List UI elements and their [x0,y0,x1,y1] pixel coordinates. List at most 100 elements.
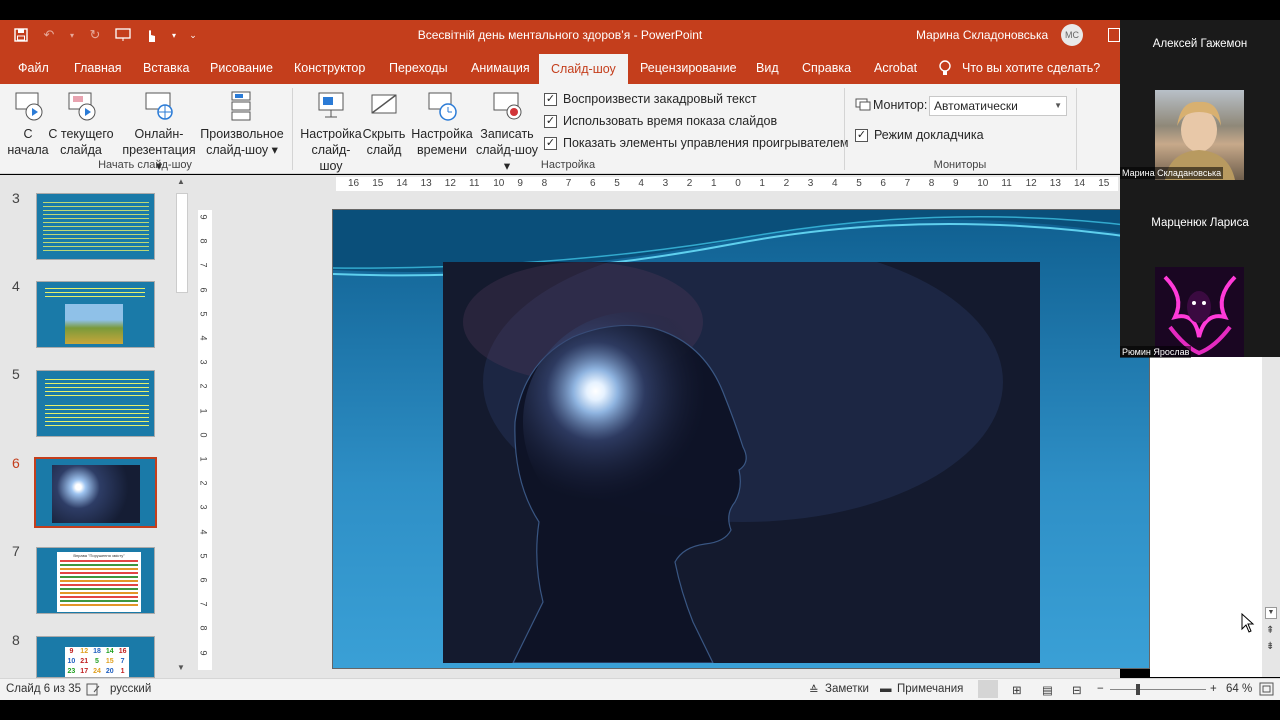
checkmark-icon: ✓ [544,92,557,106]
group-divider [844,88,845,170]
comments-icon[interactable]: ▬ [880,683,892,695]
slide-thumbnail-7[interactable]: Вправа "Порушення змісту" [36,547,155,614]
ribbon: С начала С текущего слайда Онлайн- презе… [0,84,1120,174]
ruler-tick-label: 9 [198,214,209,220]
fit-to-window-icon[interactable] [1259,682,1274,696]
quick-access-toolbar: ↶ ▾ ↻ ▾ ⌄ [12,26,198,44]
tab-review[interactable]: Рецензирование [638,52,739,84]
video-conference-panel: Алексей Гажемон Марина Складановська Мар… [1120,20,1280,358]
chevron-down-icon[interactable]: ▼ [177,663,185,672]
ruler-tick-label: 10 [977,178,989,189]
slide-thumbnail-4[interactable] [36,281,155,348]
thumbnails-scrollbar[interactable]: ▲ ▼ [174,175,190,678]
rehearse-timings-button[interactable]: Настройка времени [410,90,474,158]
ruler-tick-label: 14 [1074,178,1086,189]
normal-view-icon[interactable] [978,680,998,698]
avatar[interactable]: МС [1061,24,1083,46]
show-media-controls-checkbox[interactable]: ✓ Показать элементы управления проигрыва… [544,136,849,150]
checkmark-icon: ✓ [544,114,557,128]
zoom-slider-track[interactable] [1110,689,1206,690]
undo-icon[interactable]: ↶ [40,26,58,44]
customize-qat-icon[interactable]: ⌄ [188,26,198,44]
chevron-down-icon[interactable]: ▾ [170,26,178,44]
scrollbar-thumb[interactable] [176,193,188,293]
slide-canvas[interactable] [332,209,1150,669]
zoom-slider-thumb[interactable] [1136,684,1140,695]
ruler-tick-label: 2 [198,480,209,486]
tab-acrobat[interactable]: Acrobat [872,52,919,84]
slideshow-from-start-icon[interactable] [114,26,132,44]
tab-design[interactable]: Конструктор [292,52,367,84]
tab-animations[interactable]: Анимация [469,52,532,84]
ribbon-tabs: Файл Главная Вставка Рисование Конструкт… [0,52,1120,84]
tell-me-search[interactable]: Что вы хотите сделать? [960,52,1102,84]
tab-help[interactable]: Справка [800,52,853,84]
zoom-level[interactable]: 64 % [1226,683,1252,695]
thumb-number: 4 [12,278,20,294]
group-divider [1076,88,1077,170]
custom-slideshow-icon [231,91,251,121]
ruler-tick-label: 8 [198,238,209,244]
chevron-down-icon[interactable]: ▾ [68,26,76,44]
thumb-text-lines [45,379,149,399]
tab-transitions[interactable]: Переходы [387,52,450,84]
user-name[interactable]: Марина Складоновська [916,28,1048,42]
tab-file[interactable]: Файл [16,52,51,84]
document-title: Всесвітній день ментального здоров’я - P… [417,28,703,42]
ruler-tick-label: 3 [198,359,209,365]
tab-slideshow[interactable]: Слайд-шоу [539,54,628,84]
ruler-tick-label: 6 [198,577,209,583]
chevron-up-icon[interactable]: ▲ [177,177,185,186]
slide-thumbnail-6[interactable] [34,457,157,528]
participant-video[interactable] [1155,267,1244,357]
touch-mode-icon[interactable] [142,26,160,44]
save-icon[interactable] [12,26,30,44]
ribbon-display-icon[interactable] [1108,28,1120,42]
ruler-tick-label: 6 [880,178,886,189]
redo-icon[interactable]: ↻ [86,26,104,44]
participant-caption: Марина Складановська [1120,167,1224,179]
slide-counter[interactable]: Слайд 6 из 35 [6,683,81,695]
tab-draw[interactable]: Рисование [208,52,275,84]
slide-thumbnail-8[interactable]: 9 12 18 14 16 10 21 5 15 7 23 17 24 20 1 [36,636,155,678]
group-label-start: Начать слайд-шоу [98,159,192,171]
group-label-monitors: Мониторы [933,159,987,171]
ruler-tick-label: 4 [198,335,209,341]
language-indicator[interactable]: русский [110,683,151,695]
monitor-select[interactable]: Автоматически ▼ [929,96,1067,116]
checkmark-icon: ✓ [855,128,868,142]
slide-thumbnail-5[interactable] [36,370,155,437]
zoom-in-icon[interactable]: + [1210,683,1217,695]
reading-view-icon[interactable]: ▤ [1042,683,1053,697]
setup-slideshow-button[interactable]: Настройка слайд-шоу [300,90,362,174]
ruler-tick-label: 2 [686,178,693,189]
ruler-tick-label: 3 [198,504,209,510]
lightbulb-icon [939,60,951,75]
ruler-tick-label: 9 [953,178,959,189]
hide-slide-button[interactable]: Скрыть слайд [362,90,406,158]
ruler-tick-label: 7 [565,178,572,189]
use-timings-checkbox[interactable]: ✓ Использовать время показа слайдов [544,114,777,128]
zoom-out-icon[interactable]: − [1097,683,1104,695]
slide-scrollbar[interactable]: ▼ ⇞ ⇟ [1262,357,1280,677]
notes-icon[interactable]: ≙ [809,683,819,697]
spellcheck-icon[interactable] [86,683,100,696]
chevron-down-icon[interactable]: ▼ [1265,607,1277,619]
slide-sorter-icon[interactable]: ⊞ [1012,683,1022,697]
slideshow-view-icon[interactable]: ⊟ [1072,683,1082,697]
custom-slideshow-button[interactable]: Произвольное слайд-шоу ▾ [198,90,286,158]
presenter-view-checkbox[interactable]: ✓ Режим докладчика [855,128,984,142]
from-beginning-button[interactable]: С начала [6,90,50,158]
tab-insert[interactable]: Вставка [141,52,191,84]
tab-view[interactable]: Вид [754,52,781,84]
slide-thumbnail-3[interactable] [36,193,155,260]
cosmic-head-image[interactable] [443,262,1040,663]
comments-button[interactable]: Примечания [897,683,963,695]
previous-slide-icon[interactable]: ⇞ [1266,625,1274,636]
ruler-tick-label: 5 [198,553,209,559]
next-slide-icon[interactable]: ⇟ [1266,641,1274,652]
play-narrations-checkbox[interactable]: ✓ Воспроизвести закадровый текст [544,92,757,106]
notes-button[interactable]: Заметки [825,683,869,695]
tab-home[interactable]: Главная [72,52,124,84]
from-current-slide-button[interactable]: С текущего слайда [46,90,116,158]
